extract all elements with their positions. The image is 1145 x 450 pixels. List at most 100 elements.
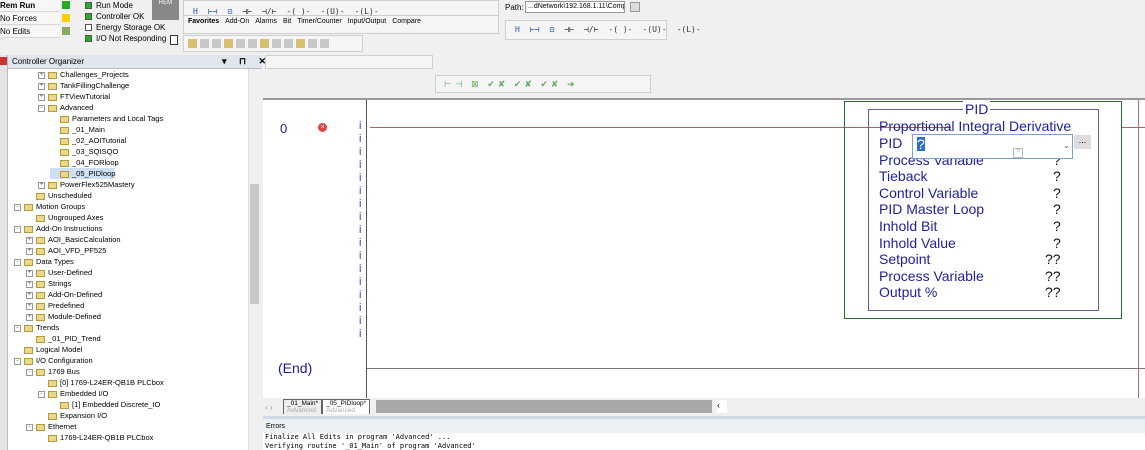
expand-icon[interactable]: + — [38, 181, 45, 189]
pane-controls[interactable]: ▾ ⊓ ✕ — [222, 56, 271, 67]
tab-timer-counter[interactable]: Timer/Counter — [297, 18, 341, 25]
tree-item[interactable]: - Add-On Instructions — [14, 223, 102, 234]
path-dropdown[interactable]: ...dNetwork\192.168.1.11\CompactBus\0* — [525, 1, 625, 13]
toolbar-icon[interactable] — [248, 39, 257, 48]
tag-input-value[interactable]: ? — [917, 137, 925, 151]
expand-icon[interactable]: + — [26, 291, 33, 299]
tab-input-output[interactable]: Input/Output — [348, 18, 387, 25]
instruction-button[interactable]: -(L)- — [677, 25, 701, 34]
tree-item[interactable]: - Advanced — [38, 102, 93, 113]
tree-item[interactable]: _01_Main — [50, 124, 105, 135]
toolbar-icon[interactable] — [200, 39, 209, 48]
routine-tab[interactable]: _05_PIDloop* Advanced — [322, 399, 371, 414]
tree-item[interactable]: + User-Defined — [26, 267, 92, 278]
toolbar-icon[interactable] — [284, 39, 293, 48]
tree-item[interactable]: + TankFillingChallenge — [38, 80, 129, 91]
tree-item[interactable]: + Challenges_Projects — [38, 69, 129, 80]
tree-item[interactable]: - Motion Groups — [14, 201, 85, 212]
expand-icon[interactable]: + — [38, 71, 45, 79]
tab-add-on[interactable]: Add-On — [225, 18, 249, 25]
tree-item[interactable]: - Trends — [14, 322, 59, 333]
tree-item[interactable]: Expansion I/O — [38, 410, 107, 421]
pid-param-value[interactable]: ? — [1053, 185, 1061, 201]
expand-icon[interactable]: + — [26, 236, 33, 244]
expand-icon[interactable]: + — [26, 269, 33, 277]
tree-scrollbar[interactable] — [248, 69, 260, 450]
expand-icon[interactable]: + — [26, 313, 33, 321]
collapse-icon[interactable]: - — [14, 324, 21, 332]
tree-item[interactable]: + AOI_VFD_PF525 — [26, 245, 106, 256]
instruction-button[interactable]: ⊣/⊢ — [262, 7, 276, 16]
pid-param-value[interactable]: ? — [1053, 168, 1061, 184]
collapse-icon[interactable]: - — [38, 104, 45, 112]
pid-param-value[interactable]: ? — [1053, 235, 1061, 251]
instruction-button[interactable]: ⊢⊣ — [530, 25, 540, 34]
tree-item[interactable]: [1] Embedded Discrete_IO — [50, 399, 160, 410]
tree-item[interactable]: + FTViewTutorial — [38, 91, 110, 102]
instruction-button[interactable]: -(U)- — [320, 7, 344, 16]
toolbar-icon[interactable] — [272, 39, 281, 48]
instruction-button[interactable]: ⊣⊢ — [242, 7, 252, 16]
instruction-button[interactable]: ⊣/⊢ — [584, 25, 598, 34]
tree-item[interactable]: _04_FORloop — [50, 157, 119, 168]
tree-item[interactable]: Logical Model — [14, 344, 82, 355]
tree-item[interactable]: + PowerFlex525Mastery — [38, 179, 135, 190]
chevron-down-icon[interactable]: ⌄ — [1063, 141, 1070, 150]
rung-number[interactable]: 0 — [280, 121, 287, 136]
toolbar-icon[interactable] — [236, 39, 245, 48]
collapse-icon[interactable]: - — [14, 357, 21, 365]
toolbar-icon[interactable] — [224, 39, 233, 48]
tree-item[interactable]: [0] 1769-L24ER-QB1B PLCbox — [38, 377, 164, 388]
instruction-button[interactable]: ⊢⊣ — [208, 7, 218, 16]
pid-param-value[interactable]: ? — [1053, 218, 1061, 234]
tree-item[interactable]: - Ethernet — [26, 421, 76, 432]
tab-bit[interactable]: Bit — [283, 18, 291, 25]
expand-icon[interactable]: + — [38, 93, 45, 101]
tree-item[interactable]: Ungrouped Axes — [26, 212, 103, 223]
tab-compare[interactable]: Compare — [392, 18, 421, 25]
instruction-button[interactable]: -(U)- — [642, 25, 666, 34]
edits-status[interactable]: No Edits — [0, 26, 60, 38]
expand-icon[interactable]: + — [38, 82, 45, 90]
toolbar-icon[interactable] — [320, 39, 329, 48]
forces-status[interactable]: No Forces — [0, 13, 60, 25]
tab-favorites[interactable]: Favorites — [188, 18, 219, 25]
collapse-icon[interactable]: - — [14, 225, 21, 233]
tree-item[interactable]: - I/O Configuration — [14, 355, 93, 366]
tree-item[interactable]: + Predefined — [26, 300, 84, 311]
collapse-icon[interactable]: - — [26, 368, 33, 376]
expand-icon[interactable]: + — [26, 280, 33, 288]
collapse-icon[interactable]: - — [26, 423, 33, 431]
toolbar-icon[interactable] — [296, 39, 305, 48]
instruction-button[interactable]: -(L)- — [355, 7, 379, 16]
tree-item[interactable]: Unscheduled — [26, 190, 92, 201]
instruction-button[interactable]: -( )- — [608, 25, 632, 34]
tree-item[interactable]: - Data Types — [14, 256, 74, 267]
tree-item[interactable]: - 1769 Bus — [26, 366, 80, 377]
pid-param-value[interactable]: ? — [1053, 201, 1061, 217]
pid-param-value[interactable]: ?? — [1045, 268, 1061, 284]
pid-tag-editor[interactable]: ? ? ⌄ — [912, 134, 1073, 159]
instruction-button[interactable]: H — [515, 25, 520, 34]
tree-item[interactable]: 1769-L24ER-QB1B PLCbox — [38, 432, 153, 443]
toolbar-icon[interactable] — [188, 39, 197, 48]
toolbar-icon[interactable] — [308, 39, 317, 48]
tree-item[interactable]: + Strings — [26, 278, 71, 289]
expand-icon[interactable]: + — [26, 302, 33, 310]
toolbar-icon[interactable] — [212, 39, 221, 48]
browse-button[interactable]: ... — [1074, 135, 1091, 149]
toolbar-icon[interactable] — [260, 39, 269, 48]
tree-item[interactable]: _03_SQISQO — [50, 146, 118, 157]
instruction-button[interactable]: ⊟ — [549, 25, 554, 34]
tree-item[interactable]: + Add-On-Defined — [26, 289, 102, 300]
pid-param-value[interactable]: ?? — [1045, 284, 1061, 300]
network-icon[interactable] — [630, 2, 640, 12]
tab-alarms[interactable]: Alarms — [255, 18, 277, 25]
pid-param-value[interactable]: ?? — [1045, 251, 1061, 267]
collapse-icon[interactable]: - — [14, 203, 21, 211]
instruction-button[interactable]: -( )- — [286, 7, 310, 16]
tree-item[interactable]: + Module-Defined — [26, 311, 101, 322]
run-status[interactable]: Rem Run — [0, 0, 60, 12]
tree-item[interactable]: _02_AOITutorial — [50, 135, 126, 146]
collapse-icon[interactable]: - — [14, 258, 21, 266]
